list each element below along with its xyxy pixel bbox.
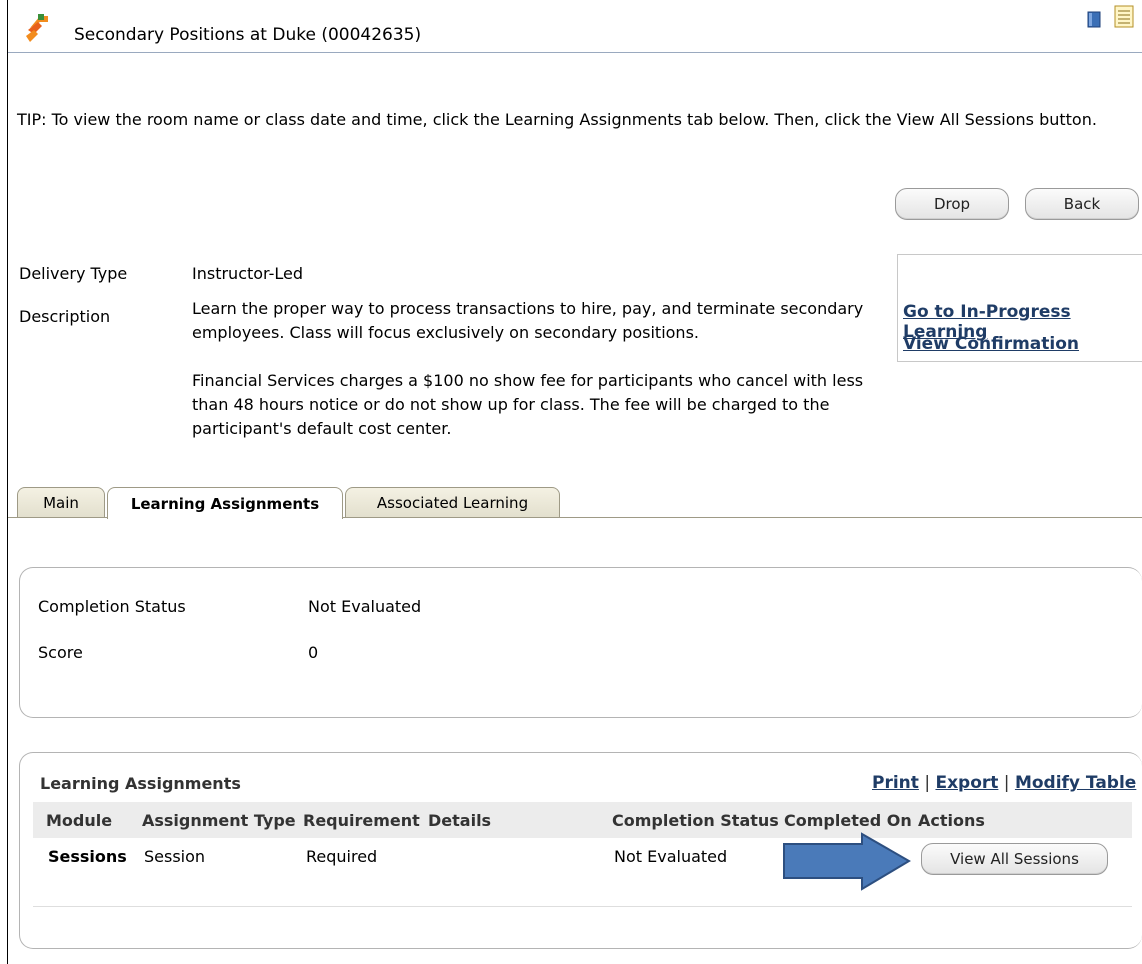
row-requirement: Required	[306, 847, 378, 866]
column-header-details[interactable]: Details	[428, 811, 491, 830]
table-actions: Print | Export | Modify Table	[872, 773, 1136, 793]
learning-app-icon	[26, 14, 48, 42]
row-module: Sessions	[48, 847, 127, 866]
blue-arrow-icon	[783, 832, 911, 891]
tab-associated-learning[interactable]: Associated Learning	[345, 487, 560, 518]
delivery-type-label: Delivery Type	[19, 264, 128, 283]
score-label: Score	[38, 643, 83, 662]
completion-status-value: Not Evaluated	[308, 597, 422, 616]
notes-icon[interactable]	[1114, 5, 1134, 28]
export-link[interactable]: Export	[935, 773, 998, 793]
score-value: 0	[308, 643, 319, 662]
assignments-title: Learning Assignments	[40, 774, 241, 793]
print-link[interactable]: Print	[872, 773, 919, 793]
tip-text: TIP: To view the room name or class date…	[17, 110, 1097, 129]
column-header-completed-on[interactable]: Completed On	[784, 811, 912, 830]
left-border	[7, 0, 8, 964]
column-header-assignment-type[interactable]: Assignment Type	[142, 811, 296, 830]
completion-status-label: Completion Status	[38, 597, 186, 616]
row-completion-status: Not Evaluated	[614, 847, 728, 866]
modify-table-link[interactable]: Modify Table	[1015, 773, 1136, 793]
column-header-completion-status[interactable]: Completion Status	[612, 811, 779, 830]
link-separator: |	[924, 773, 931, 793]
page-title: Secondary Positions at Duke (00042635)	[74, 25, 422, 45]
delivery-type-value: Instructor-Led	[192, 264, 304, 283]
drop-button[interactable]: Drop	[895, 188, 1009, 220]
description-paragraph-2: Financial Services charges a $100 no sho…	[192, 371, 864, 438]
back-button[interactable]: Back	[1025, 188, 1139, 220]
view-confirmation-link[interactable]: View Confirmation	[903, 334, 1079, 354]
column-header-requirement[interactable]: Requirement	[303, 811, 420, 830]
description-text: Learn the proper way to process transact…	[192, 297, 892, 441]
status-panel	[19, 567, 1142, 718]
description-label: Description	[19, 307, 111, 326]
book-icon[interactable]	[1087, 11, 1101, 28]
view-all-sessions-button[interactable]: View All Sessions	[921, 843, 1108, 875]
description-paragraph-1: Learn the proper way to process transact…	[192, 299, 864, 342]
column-header-actions: Actions	[918, 811, 985, 830]
column-header-module[interactable]: Module	[46, 811, 112, 830]
link-separator: |	[1003, 773, 1010, 793]
row-divider	[33, 906, 1132, 907]
tab-main[interactable]: Main	[17, 487, 105, 518]
tab-learning-assignments[interactable]: Learning Assignments	[107, 487, 343, 519]
row-assignment-type: Session	[144, 847, 206, 866]
